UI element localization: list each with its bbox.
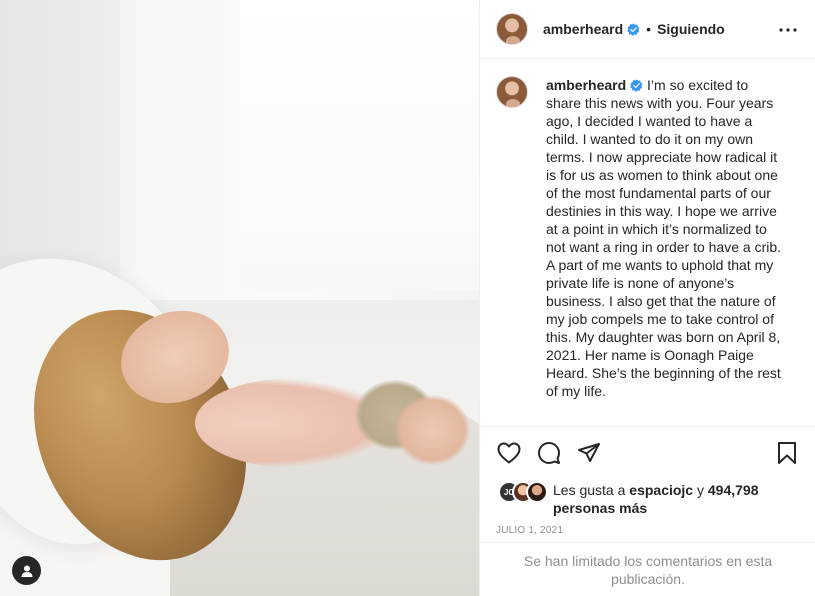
liker-avatar[interactable] (526, 481, 548, 503)
likes-conjunction: y (697, 482, 704, 498)
comments-limited-notice: Se han limitado los comentarios en esta … (480, 542, 815, 596)
likes-text: Les gusta a espaciojc y 494,798 personas… (553, 481, 798, 521)
caption-body: I’m so excited to share this news with y… (546, 77, 782, 399)
following-button[interactable]: Siguiendo (657, 21, 725, 37)
caption-author-username[interactable]: amberheard (546, 77, 626, 93)
photo-window-light (240, 0, 479, 290)
more-options-button[interactable] (778, 20, 798, 40)
post-actions-bar (480, 426, 815, 478)
post-side-panel: amberheard • Siguiendo amberheard I’m so… (479, 0, 815, 596)
user-tag-button[interactable] (12, 556, 41, 585)
likes-prefix: Les gusta a (553, 482, 626, 498)
comment-button[interactable] (536, 440, 562, 466)
caption: amberheard I’m so excited to share this … (546, 76, 782, 426)
save-button[interactable] (774, 440, 800, 466)
caption-area: amberheard I’m so excited to share this … (480, 60, 815, 426)
photo-wall (0, 0, 120, 300)
author-username[interactable]: amberheard (543, 21, 623, 37)
heart-icon (497, 442, 521, 463)
author-avatar[interactable] (496, 13, 528, 45)
send-icon (578, 442, 600, 462)
post-photo[interactable] (0, 0, 479, 596)
verified-badge-icon (630, 79, 643, 92)
more-options-icon (779, 28, 797, 32)
likes-summary: JC Les gusta a espaciojc y 494,798 perso… (498, 481, 798, 521)
comment-icon (538, 441, 560, 464)
photo-mother-hand (395, 395, 470, 465)
header-separator: • (646, 21, 652, 37)
first-liker-link[interactable]: espaciojc (629, 482, 693, 498)
liker-avatars: JC (498, 481, 550, 503)
user-tag-icon (21, 565, 32, 577)
like-button[interactable] (496, 440, 522, 466)
caption-author-avatar[interactable] (496, 76, 528, 108)
bookmark-icon (778, 441, 796, 464)
post-header: amberheard • Siguiendo (480, 0, 815, 59)
verified-badge-icon (627, 22, 640, 36)
post-date[interactable]: JULIO 1, 2021 (496, 525, 563, 536)
share-button[interactable] (576, 440, 602, 466)
